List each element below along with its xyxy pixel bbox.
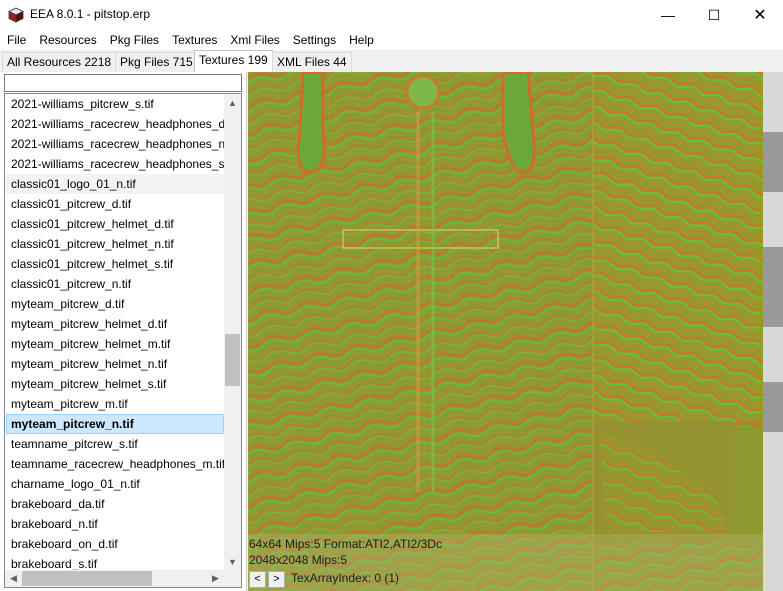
list-item[interactable]: myteam_pitcrew_helmet_d.tif [6, 314, 224, 334]
list-item-selected[interactable]: myteam_pitcrew_n.tif [6, 414, 224, 434]
list-item[interactable]: myteam_pitcrew_helmet_n.tif [6, 354, 224, 374]
menu-textures[interactable]: Textures [165, 30, 223, 50]
menu-xml-files[interactable]: Xml Files [223, 30, 285, 50]
list-item[interactable]: myteam_pitcrew_helmet_s.tif [6, 374, 224, 394]
list-item[interactable]: classic01_pitcrew_helmet_s.tif [6, 254, 224, 274]
list-item[interactable]: 2021-williams_racecrew_headphones_n.tif [6, 134, 224, 154]
normal-map-texture [248, 72, 783, 591]
vertical-scroll-thumb[interactable] [225, 334, 240, 386]
app-icon [8, 7, 24, 23]
texture-file-list[interactable]: 2021-williams_pitcrew_s.tif 2021-william… [4, 93, 242, 588]
close-button[interactable]: ✕ [737, 0, 783, 30]
list-item[interactable]: brakeboard_on_d.tif [6, 534, 224, 554]
tab-strip: All Resources 2218 Pkg Files 715 Texture… [0, 50, 783, 72]
tab-pkg-files[interactable]: Pkg Files 715 [115, 52, 198, 72]
scroll-left-icon[interactable]: ◀ [5, 570, 22, 587]
list-item[interactable]: myteam_pitcrew_d.tif [6, 294, 224, 314]
scroll-right-icon[interactable]: ▶ [207, 570, 224, 587]
list-item[interactable]: classic01_pitcrew_helmet_n.tif [6, 234, 224, 254]
tab-textures[interactable]: Textures 199 [194, 50, 273, 72]
next-texture-button[interactable]: > [268, 571, 285, 588]
texture-info-line1: 64x64 Mips:5 Format:ATI2,ATI2/3Dc [249, 537, 442, 551]
list-item[interactable]: 2021-williams_pitcrew_s.tif [6, 94, 224, 114]
tab-xml-files[interactable]: XML Files 44 [272, 52, 352, 72]
vertical-scrollbar[interactable]: ▲ ▼ [224, 94, 241, 570]
menu-resources[interactable]: Resources [32, 30, 102, 50]
list-item[interactable]: 2021-williams_racecrew_headphones_s.tif [6, 154, 224, 174]
search-input[interactable] [4, 74, 242, 92]
list-item[interactable]: brakeboard_n.tif [6, 514, 224, 534]
menu-help[interactable]: Help [342, 30, 380, 50]
left-panel: 2021-williams_pitcrew_s.tif 2021-william… [0, 72, 247, 591]
menu-bar: File Resources Pkg Files Textures Xml Fi… [0, 30, 783, 50]
list-item[interactable]: classic01_pitcrew_d.tif [6, 194, 224, 214]
menu-file[interactable]: File [0, 30, 32, 50]
list-item[interactable]: classic01_pitcrew_helmet_d.tif [6, 214, 224, 234]
scroll-down-icon[interactable]: ▼ [224, 553, 241, 570]
menu-pkg-files[interactable]: Pkg Files [103, 30, 165, 50]
list-item[interactable]: classic01_pitcrew_n.tif [6, 274, 224, 294]
title-bar: EEA 8.0.1 - pitstop.erp — ☐ ✕ [0, 0, 783, 30]
prev-texture-button[interactable]: < [249, 571, 266, 588]
horizontal-scrollbar[interactable]: ◀ ▶ [5, 570, 224, 587]
scrollbar-corner [224, 570, 241, 587]
texture-info-line2: 2048x2048 Mips:5 [249, 553, 348, 567]
list-item[interactable]: teamname_racecrew_headphones_m.tif [6, 454, 224, 474]
list-item[interactable]: myteam_pitcrew_m.tif [6, 394, 224, 414]
list-item[interactable]: 2021-williams_racecrew_headphones_d.tif [6, 114, 224, 134]
minimize-button[interactable]: — [645, 0, 691, 30]
texture-preview: 64x64 Mips:5 Format:ATI2,ATI2/3Dc 2048x2… [248, 72, 783, 591]
maximize-button[interactable]: ☐ [691, 0, 737, 30]
horizontal-scroll-thumb[interactable] [22, 571, 152, 586]
menu-settings[interactable]: Settings [286, 30, 342, 50]
list-item[interactable]: myteam_pitcrew_helmet_m.tif [6, 334, 224, 354]
list-item[interactable]: classic01_logo_01_n.tif [6, 174, 224, 194]
list-item[interactable]: teamname_pitcrew_s.tif [6, 434, 224, 454]
window-title: EEA 8.0.1 - pitstop.erp [30, 7, 151, 21]
list-item[interactable]: brakeboard_da.tif [6, 494, 224, 514]
tab-all-resources[interactable]: All Resources 2218 [2, 52, 117, 72]
scroll-up-icon[interactable]: ▲ [224, 94, 241, 111]
list-item[interactable]: charname_logo_01_n.tif [6, 474, 224, 494]
tex-array-index: TexArrayIndex: 0 (1) [291, 571, 400, 585]
